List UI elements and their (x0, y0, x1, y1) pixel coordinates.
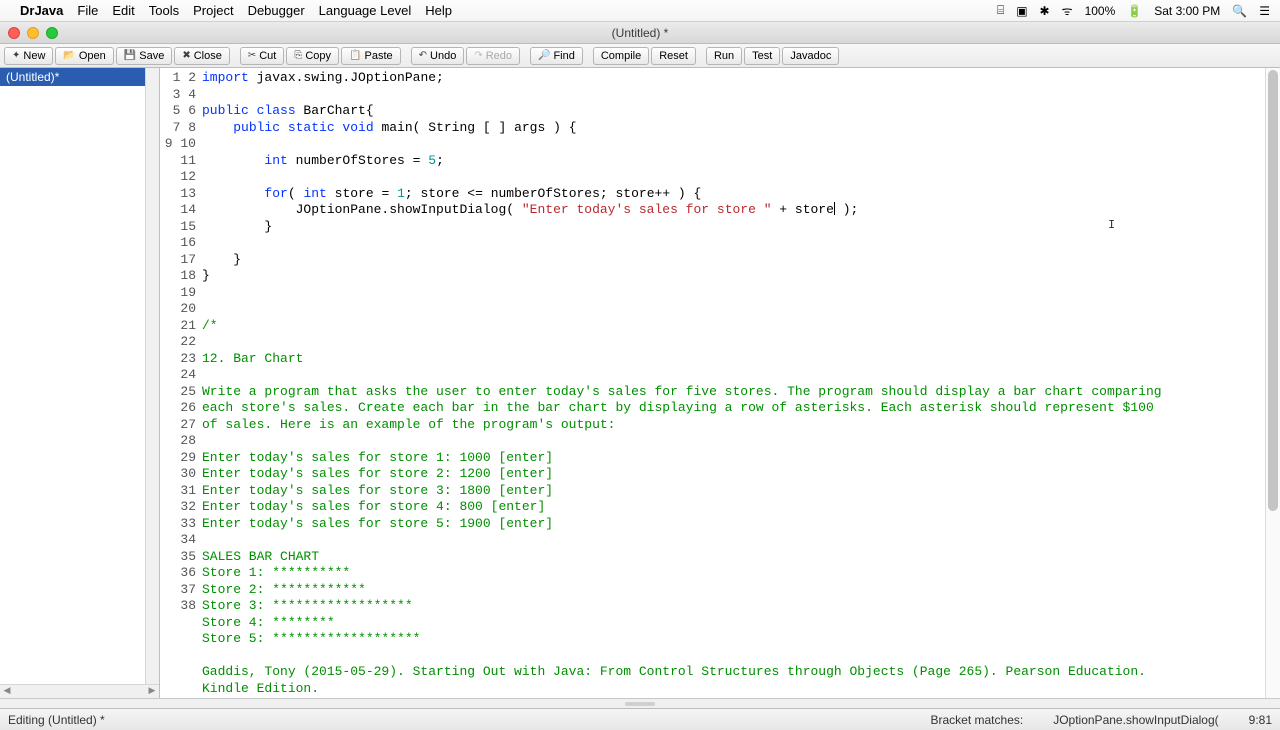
splitter-grip-icon (625, 702, 655, 706)
paste-button[interactable]: 📋Paste (341, 47, 401, 65)
scrollbar-thumb[interactable] (1268, 70, 1278, 511)
pane-splitter[interactable] (0, 698, 1280, 708)
clock[interactable]: Sat 3:00 PM (1154, 4, 1220, 18)
save-button[interactable]: 💾Save (116, 47, 173, 65)
app-name[interactable]: DrJava (20, 3, 63, 18)
status-bar: Editing (Untitled) * Bracket matches: JO… (0, 708, 1280, 730)
editor[interactable]: 1 2 3 4 5 6 7 8 9 10 11 12 13 14 15 16 1… (160, 68, 1280, 698)
open-icon: 📂 (63, 50, 75, 61)
workspace: (Untitled)* ◀ ▶ 1 2 3 4 5 6 7 8 9 10 11 … (0, 68, 1280, 698)
file-list[interactable]: (Untitled)* (0, 68, 145, 684)
test-button[interactable]: Test (744, 47, 780, 65)
compile-button[interactable]: Compile (593, 47, 649, 65)
macos-menubar: DrJava File Edit Tools Project Debugger … (0, 0, 1280, 22)
redo-icon: ↷ (474, 50, 482, 61)
menu-project[interactable]: Project (193, 3, 233, 18)
copy-icon: ⎘ (294, 50, 302, 61)
new-button[interactable]: ✦New (4, 47, 53, 65)
copy-button[interactable]: ⎘Copy (286, 47, 339, 65)
toolbar: ✦New 📂Open 💾Save ✖Close ✂Cut ⎘Copy 📋Past… (0, 44, 1280, 68)
cut-button[interactable]: ✂Cut (240, 47, 285, 65)
display-icon[interactable]: ▣ (1016, 4, 1027, 18)
battery-text: 100% (1085, 4, 1116, 18)
close-button[interactable]: ✖Close (174, 47, 230, 65)
undo-button[interactable]: ↶Undo (411, 47, 465, 65)
menu-tools[interactable]: Tools (149, 3, 179, 18)
find-button[interactable]: 🔎Find (530, 47, 583, 65)
file-sidebar: (Untitled)* ◀ ▶ (0, 68, 160, 698)
line-gutter: 1 2 3 4 5 6 7 8 9 10 11 12 13 14 15 16 1… (160, 68, 202, 698)
menu-language-level[interactable]: Language Level (319, 3, 412, 18)
spotlight-icon[interactable]: 🔍 (1232, 4, 1247, 18)
wifi-icon[interactable]: ᯤ (1062, 2, 1073, 19)
sidebar-hscroll[interactable]: ◀ ▶ (0, 684, 159, 698)
cut-icon: ✂ (248, 50, 256, 61)
undo-icon: ↶ (419, 50, 427, 61)
menu-edit[interactable]: Edit (112, 3, 134, 18)
new-icon: ✦ (12, 50, 20, 61)
close-window-button[interactable] (8, 27, 20, 39)
menu-help[interactable]: Help (425, 3, 452, 18)
file-item[interactable]: (Untitled)* (0, 68, 145, 86)
reset-button[interactable]: Reset (651, 47, 696, 65)
window-title: (Untitled) * (612, 26, 669, 40)
sidebar-scrollbar[interactable] (145, 68, 159, 684)
menu-debugger[interactable]: Debugger (248, 3, 305, 18)
run-button[interactable]: Run (706, 47, 742, 65)
paste-icon: 📋 (349, 50, 361, 61)
bluetooth-icon[interactable]: ✱ (1040, 4, 1050, 18)
open-button[interactable]: 📂Open (55, 47, 113, 65)
notifications-icon[interactable]: ☰ (1259, 4, 1270, 18)
battery-icon[interactable]: 🔋 (1127, 4, 1142, 18)
redo-button[interactable]: ↷Redo (466, 47, 520, 65)
minimize-window-button[interactable] (27, 27, 39, 39)
find-icon: 🔎 (538, 50, 550, 61)
text-caret-icon: I (1108, 218, 1115, 232)
code-area[interactable]: import javax.swing.JOptionPane; public c… (202, 68, 1265, 698)
scroll-left-icon[interactable]: ◀ (0, 685, 14, 698)
window-titlebar[interactable]: (Untitled) * (0, 22, 1280, 44)
save-icon: 💾 (124, 50, 136, 61)
close-icon: ✖ (182, 50, 190, 61)
scroll-right-icon[interactable]: ▶ (145, 685, 159, 698)
menu-file[interactable]: File (77, 3, 98, 18)
dropbox-icon[interactable]: ⌸ (997, 3, 1004, 18)
editor-scrollbar[interactable] (1265, 68, 1280, 698)
javadoc-button[interactable]: Javadoc (782, 47, 839, 65)
zoom-window-button[interactable] (46, 27, 58, 39)
